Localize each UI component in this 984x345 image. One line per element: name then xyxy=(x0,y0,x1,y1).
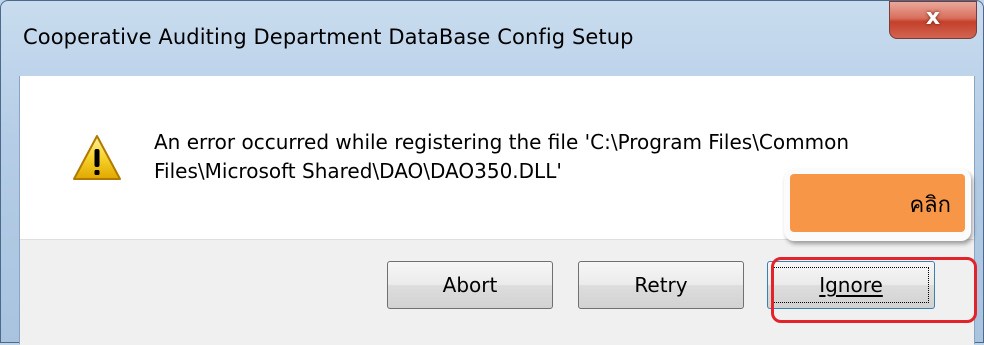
click-callout-label: คลิก xyxy=(790,174,965,232)
warning-icon xyxy=(73,135,121,180)
abort-button-label: Abort xyxy=(442,273,498,297)
ignore-highlight-box xyxy=(771,257,977,323)
retry-button-label: Retry xyxy=(634,273,688,297)
retry-button[interactable]: Retry xyxy=(578,261,744,309)
click-callout: คลิก xyxy=(784,169,971,241)
title-bar[interactable]: Cooperative Auditing Department DataBase… xyxy=(1,1,983,73)
dialog-window: Cooperative Auditing Department DataBase… xyxy=(0,0,984,345)
close-button[interactable]: x xyxy=(889,1,977,39)
window-title: Cooperative Auditing Department DataBase… xyxy=(23,25,634,49)
error-message-line-1: An error occurred while registering the … xyxy=(154,130,850,154)
abort-button[interactable]: Abort xyxy=(387,261,553,309)
close-icon: x xyxy=(925,5,941,30)
